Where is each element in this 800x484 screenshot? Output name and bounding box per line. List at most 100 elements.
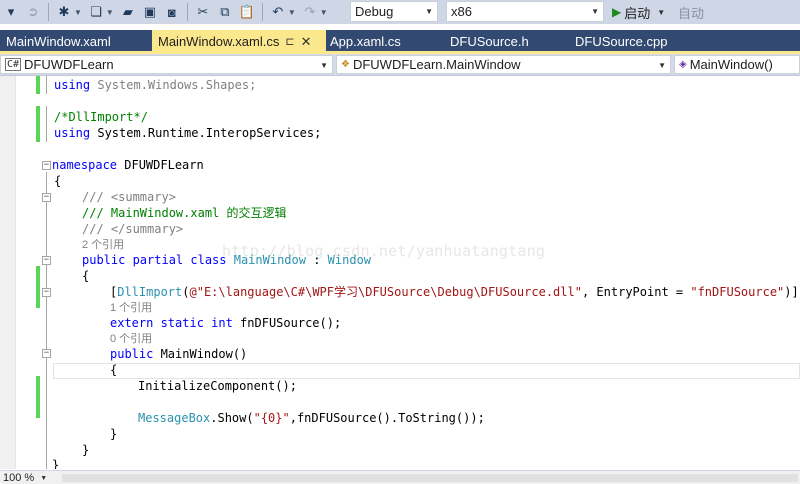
tab-mainwindow-xaml[interactable]: MainWindow.xaml [0, 30, 117, 53]
change-indicator [36, 76, 40, 94]
class-select[interactable]: ❖ DFUWDFLearn.MainWindow ▼ [336, 55, 671, 74]
current-line-highlight [53, 363, 800, 379]
tab-app-xaml-cs[interactable]: App.xaml.cs [324, 30, 407, 53]
code-line[interactable]: public MainWindow() [110, 346, 247, 362]
doc-comment: /// </summary> [82, 222, 184, 236]
comment: /*DllImport*/ [54, 110, 148, 124]
tab-mainwindow-xaml-cs[interactable]: MainWindow.xaml.cs ⊏ ✕ [152, 30, 326, 53]
navigate-forward-icon[interactable]: ➲ [24, 2, 42, 22]
keyword: extern static int [110, 316, 233, 330]
tab-dfusource-cpp[interactable]: DFUSource.cpp [569, 30, 673, 53]
open-file-icon[interactable]: ▰ [119, 2, 137, 22]
selection-margin[interactable] [0, 76, 16, 469]
collapse-icon[interactable]: − [42, 349, 51, 358]
brace: } [110, 427, 118, 441]
keyword: namespace [52, 158, 118, 172]
chevron-down-icon[interactable]: ▼ [106, 8, 114, 17]
code-line[interactable]: extern static int fnDFUSource(); [110, 315, 341, 331]
class-value: DFUWDFLearn.MainWindow [352, 57, 521, 72]
code-line[interactable]: /// <summary> [82, 189, 176, 205]
code-text: fnDFUSource(); [232, 316, 342, 330]
codelens-references[interactable]: 1 个引用 [110, 300, 152, 316]
zoom-value: 100 % [3, 472, 35, 484]
solution-platform-select[interactable]: x86 ▼ [446, 1, 604, 22]
project-select[interactable]: C# DFUWDFLearn ▼ [0, 55, 333, 74]
zoom-select[interactable]: 100 % ▼ [0, 471, 47, 484]
code-line[interactable]: using System.Windows.Shapes; [54, 77, 256, 93]
code-line[interactable]: { [54, 173, 61, 189]
code-line[interactable]: MessageBox.Show("{0}",fnDFUSource().ToSt… [138, 410, 485, 426]
codelens-references[interactable]: 0 个引用 [110, 331, 152, 347]
keyword: public partial class [82, 253, 227, 267]
chevron-down-icon[interactable]: ▼ [74, 8, 82, 17]
keyword: public [110, 347, 154, 361]
solution-configuration-select[interactable]: Debug ▼ [350, 1, 438, 22]
code-line[interactable]: InitializeComponent(); [138, 378, 297, 394]
code-line[interactable]: { [82, 268, 89, 284]
string-literal: "{0}" [253, 411, 290, 425]
new-project-icon[interactable]: ✱ [55, 2, 73, 22]
code-line[interactable]: public partial class MainWindow : Window [82, 252, 371, 268]
add-item-icon[interactable]: ❏ [87, 2, 105, 22]
code-text: .Show( [210, 411, 254, 425]
code-line[interactable]: /*DllImport*/ [54, 109, 148, 125]
member-select[interactable]: ◈ MainWindow() [674, 55, 800, 74]
chevron-down-icon[interactable]: ▼ [288, 8, 296, 17]
code-text: System.Windows.Shapes; [90, 78, 257, 92]
collapse-icon[interactable]: − [42, 288, 51, 297]
code-text: MainWindow() [153, 347, 248, 361]
keyword: using [54, 126, 91, 140]
outline-guide [46, 172, 47, 469]
class-icon: ❖ [341, 59, 350, 70]
string-literal: "fnDFUSource" [690, 285, 785, 299]
tab-dfusource-h[interactable]: DFUSource.h [444, 30, 535, 53]
attribute-name: DllImport [117, 285, 183, 299]
keyword: using [54, 78, 91, 92]
code-line[interactable]: /// </summary> [82, 221, 183, 237]
code-line[interactable]: /// MainWindow.xaml 的交互逻辑 [82, 205, 287, 221]
horizontal-scrollbar[interactable] [62, 474, 798, 482]
collapse-icon[interactable]: − [42, 161, 51, 170]
collapse-icon[interactable]: − [42, 193, 51, 202]
cut-icon[interactable]: ✂ [194, 2, 212, 22]
save-icon[interactable]: ▣ [141, 2, 159, 22]
codelens-references[interactable]: 2 个引用 [82, 237, 124, 253]
undo-icon[interactable]: ↶ [269, 2, 287, 22]
solution-configuration-value: Debug [355, 4, 394, 19]
close-icon[interactable]: ✕ [301, 34, 312, 50]
play-icon: ▶ [612, 5, 622, 19]
string-literal: @"E:\language\C#\WPF学习\DFUSource\Debug\D… [189, 285, 582, 299]
type-name: MainWindow [233, 253, 306, 267]
code-line[interactable]: { [110, 362, 117, 378]
tab-label: DFUSource.h [450, 34, 529, 49]
brace: { [82, 269, 90, 283]
document-tab-strip: MainWindow.xaml MainWindow.xaml.cs ⊏ ✕ A… [0, 30, 800, 53]
chevron-down-icon: ▼ [40, 474, 48, 482]
code-line[interactable]: using System.Runtime.InteropServices; [54, 125, 321, 141]
change-indicator [36, 376, 40, 418]
code-editor[interactable]: − − − − − http://blog.csdn.net/yanhuatan… [0, 76, 800, 469]
collapse-icon[interactable]: − [42, 256, 51, 265]
code-line[interactable]: } [52, 457, 59, 469]
code-line[interactable]: } [82, 442, 89, 458]
chevron-down-icon: ▼ [320, 61, 328, 70]
start-label: 启动 [624, 5, 651, 21]
pin-icon[interactable]: ⊏ [285, 35, 294, 48]
code-line[interactable]: namespace DFUWDFLearn [52, 157, 204, 173]
code-text: DFUWDFLearn [117, 158, 204, 172]
copy-icon[interactable]: ⧉ [216, 2, 234, 22]
code-line[interactable]: } [110, 426, 117, 442]
chevron-down-icon[interactable]: ▼ [657, 8, 665, 17]
code-text: )] [784, 285, 799, 299]
start-debugging-button[interactable]: ▶ 启动 ▼ [612, 2, 665, 22]
paste-icon[interactable]: 📋 [238, 2, 256, 22]
chevron-down-icon[interactable]: ▼ [320, 8, 328, 17]
member-value: MainWindow() [689, 57, 773, 72]
redo-icon[interactable]: ↷ [301, 2, 319, 22]
brace: { [54, 174, 62, 188]
code-line[interactable]: [DllImport(@"E:\language\C#\WPF学习\DFUSou… [110, 284, 799, 300]
save-all-icon[interactable]: ◙ [163, 2, 181, 22]
change-indicator [36, 266, 40, 308]
toolbar-separator [261, 3, 263, 21]
navigate-back-dropdown-icon[interactable]: ▾ [2, 2, 20, 22]
